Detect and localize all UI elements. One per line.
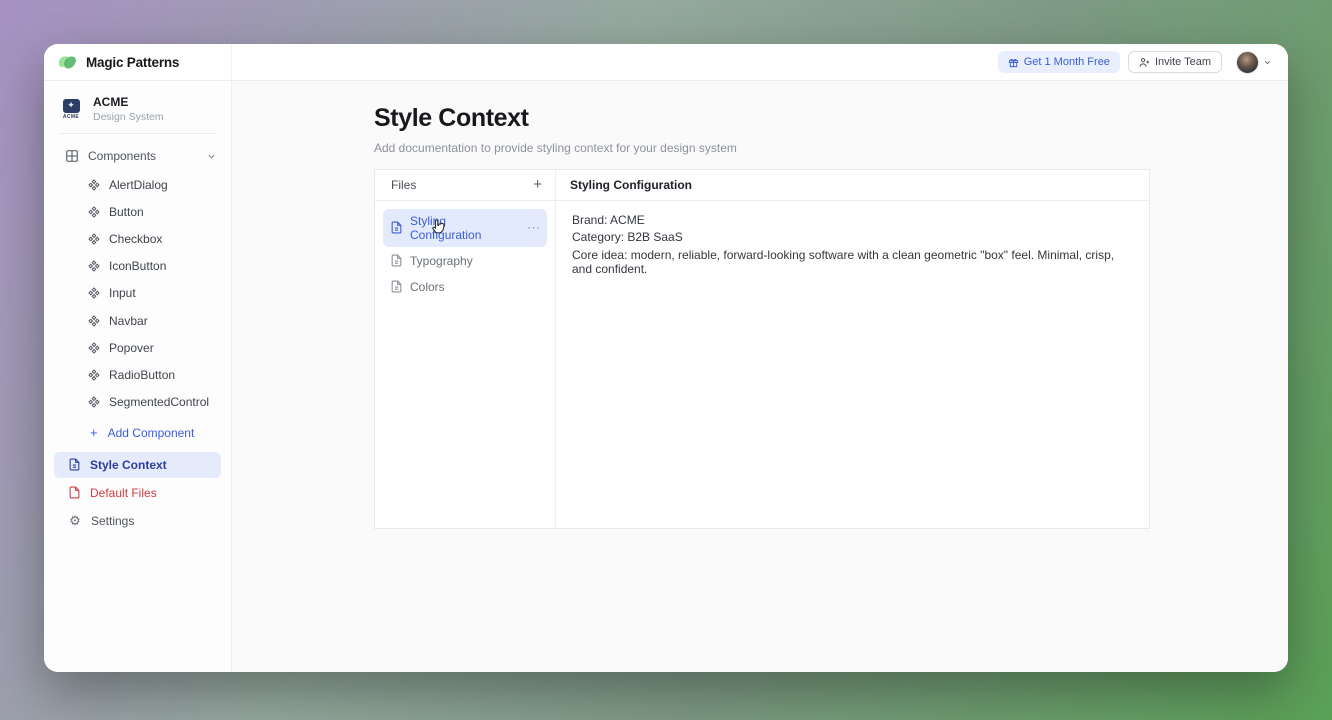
gear-icon: ⚙ xyxy=(68,514,82,527)
magic-patterns-logo-icon xyxy=(57,54,79,71)
detail-header: Styling Configuration xyxy=(556,170,1149,200)
workspace-switcher[interactable]: ✦ ACME ACME Design System xyxy=(44,90,231,133)
sidebar-item-checkbox[interactable]: Checkbox xyxy=(44,225,231,252)
sidebar: ✦ ACME ACME Design System Components xyxy=(44,81,232,672)
settings-label: Settings xyxy=(91,514,134,528)
file-item-typography[interactable]: Typography xyxy=(383,249,547,273)
sidebar-item-alertdialog[interactable]: AlertDialog xyxy=(44,171,231,198)
invite-team-label: Invite Team xyxy=(1155,56,1211,68)
account-menu[interactable] xyxy=(1236,51,1272,74)
chevron-down-icon xyxy=(206,151,217,162)
files-header-label: Files xyxy=(391,178,416,192)
component-icon xyxy=(88,206,100,218)
add-file-button[interactable]: + xyxy=(533,177,542,192)
file-text-icon xyxy=(390,221,403,234)
app-window: Magic Patterns Get 1 Month Free In xyxy=(44,44,1288,672)
grid-icon xyxy=(65,149,79,163)
sidebar-item-radiobutton[interactable]: RadioButton xyxy=(44,361,231,388)
get-month-free-label: Get 1 Month Free xyxy=(1024,56,1110,68)
brand-area[interactable]: Magic Patterns xyxy=(44,44,232,80)
sidebar-item-style-context[interactable]: Style Context xyxy=(54,452,221,478)
style-context-label: Style Context xyxy=(90,458,167,472)
workspace-name: ACME xyxy=(93,95,164,109)
sidebar-item-iconbutton[interactable]: IconButton xyxy=(44,253,231,280)
avatar xyxy=(1236,51,1259,74)
panel-header: Files + Styling Configuration xyxy=(375,170,1149,201)
style-context-panel: Files + Styling Configuration Styling Co xyxy=(374,169,1150,529)
files-list: Styling Configuration ⋯ Typography xyxy=(375,201,556,528)
sidebar-item-input[interactable]: Input xyxy=(44,280,231,307)
add-component-label: Add Component xyxy=(108,426,195,440)
gift-icon xyxy=(1008,57,1019,68)
top-bar-actions: Get 1 Month Free Invite Team xyxy=(232,44,1288,80)
panel-body: Styling Configuration ⋯ Typography xyxy=(375,201,1149,528)
components-section-toggle[interactable]: Components xyxy=(44,140,231,171)
acme-logo: ✦ ACME xyxy=(58,99,84,120)
component-icon xyxy=(88,260,100,272)
workspace-subtitle: Design System xyxy=(93,111,164,123)
file-icon xyxy=(68,486,81,499)
detail-line-core-idea: Core idea: modern, reliable, forward-loo… xyxy=(572,248,1133,277)
sidebar-item-navbar[interactable]: Navbar xyxy=(44,307,231,334)
file-detail-content: Brand: ACME Category: B2B SaaS Core idea… xyxy=(556,201,1149,528)
page-title: Style Context xyxy=(374,105,1288,133)
component-icon xyxy=(88,342,100,354)
add-component-button[interactable]: + Add Component xyxy=(44,416,231,450)
component-icon xyxy=(88,287,100,299)
file-item-colors[interactable]: Colors xyxy=(383,275,547,299)
main-content: Style Context Add documentation to provi… xyxy=(232,81,1288,672)
component-icon xyxy=(88,315,100,327)
file-item-styling-configuration[interactable]: Styling Configuration ⋯ xyxy=(383,209,547,247)
detail-title: Styling Configuration xyxy=(570,178,692,192)
file-text-icon xyxy=(390,280,403,293)
brand-name: Magic Patterns xyxy=(86,55,179,70)
get-month-free-button[interactable]: Get 1 Month Free xyxy=(998,51,1120,73)
component-icon xyxy=(88,369,100,381)
sidebar-divider xyxy=(58,133,217,134)
chevron-down-icon xyxy=(1263,58,1272,67)
sidebar-item-segmentedcontrol[interactable]: SegmentedControl xyxy=(44,389,231,416)
sidebar-item-popover[interactable]: Popover xyxy=(44,334,231,361)
sidebar-item-default-files[interactable]: Default Files xyxy=(54,480,221,506)
detail-line-brand: Brand: ACME xyxy=(572,213,1133,228)
component-icon xyxy=(88,396,100,408)
sidebar-item-button[interactable]: Button xyxy=(44,198,231,225)
components-section-label: Components xyxy=(88,149,156,163)
file-text-icon xyxy=(68,458,81,471)
invite-team-button[interactable]: Invite Team xyxy=(1128,51,1222,73)
component-icon xyxy=(88,233,100,245)
top-bar: Magic Patterns Get 1 Month Free In xyxy=(44,44,1288,81)
user-plus-icon xyxy=(1139,57,1150,68)
sidebar-item-settings[interactable]: ⚙ Settings xyxy=(54,508,221,534)
files-header: Files + xyxy=(375,170,556,200)
component-icon xyxy=(88,179,100,191)
detail-line-category: Category: B2B SaaS xyxy=(572,230,1133,245)
plus-icon: + xyxy=(90,426,98,439)
default-files-label: Default Files xyxy=(90,486,157,500)
page-subtitle: Add documentation to provide styling con… xyxy=(374,141,1288,155)
file-text-icon xyxy=(390,254,403,267)
